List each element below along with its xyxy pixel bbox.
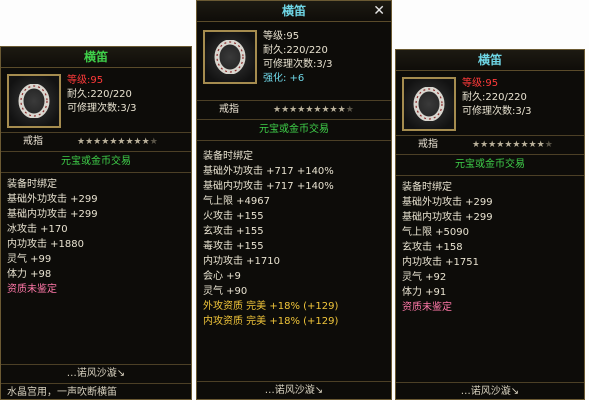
attribute-line: 气上限 +5090 xyxy=(402,227,470,238)
item-tooltip-right: 横笛 等级:95 耐久:220/220 可修理次数:3/3 戒指 ★★★★★★★… xyxy=(395,49,585,400)
attribute-line: 内功攻击 +1751 xyxy=(402,257,480,268)
attribute-line: 资质未鉴定 xyxy=(7,284,57,295)
item-info-row: 等级:95 耐久:220/220 可修理次数:3/3 xyxy=(1,68,191,132)
close-icon[interactable]: ✕ xyxy=(373,1,385,21)
attribute-line: 内功攻击 +1710 xyxy=(203,256,281,267)
star-icon: ★ xyxy=(472,140,481,150)
attribute-line: 体力 +98 xyxy=(7,269,52,280)
ring-icon xyxy=(18,84,50,118)
star-icon: ★ xyxy=(480,140,489,150)
ring-item-icon xyxy=(402,77,456,131)
ring-item-icon xyxy=(203,30,257,84)
item-footer-text: …诺风沙漩↘ xyxy=(396,382,584,399)
star-icon: ★ xyxy=(125,137,134,147)
item-footer-text: …诺风沙漩↘ xyxy=(197,381,391,399)
level-line: 等级:95 xyxy=(67,75,104,86)
item-type-label: 戒指 xyxy=(418,139,438,150)
item-info-row: 等级:95 耐久:220/220 可修理次数:3/3 强化: +6 xyxy=(197,22,391,100)
attribute-list: 装备时绑定基础外功攻击 +717 +140% 基础内功攻击 +717 +140% 气… xyxy=(197,141,391,329)
star-rating: ★★★★★★★★★★ xyxy=(472,136,553,154)
attribute-line: 灵气 +90 xyxy=(203,286,248,297)
item-info-row: 等级:95 耐久:220/220 可修理次数:3/3 xyxy=(396,71,584,135)
item-footer-text: …诺风沙漩↘ xyxy=(1,364,191,383)
item-title: 横笛 xyxy=(1,47,191,68)
star-icon: ★ xyxy=(273,105,282,115)
star-icon: ★ xyxy=(329,105,338,115)
attribute-line: 基础外功攻击 +717 +140% xyxy=(203,166,334,177)
trade-type-text: 元宝或金币交易 xyxy=(396,155,584,176)
attribute-line: 资质未鉴定 xyxy=(402,302,452,313)
star-icon: ★ xyxy=(281,105,290,115)
attribute-line: 灵气 +99 xyxy=(7,254,52,265)
star-icon: ★ xyxy=(345,105,354,115)
attribute-line: 灵气 +92 xyxy=(402,272,447,283)
star-icon: ★ xyxy=(520,140,529,150)
attribute-line: 装备时绑定 xyxy=(203,151,253,162)
item-type-label: 戒指 xyxy=(219,104,239,115)
star-icon: ★ xyxy=(321,105,330,115)
attribute-line: 基础外功攻击 +299 xyxy=(402,197,493,208)
item-tooltip-middle: 横笛 ✕ 等级:95 耐久:220/220 可修理次数:3/3 强化: +6 戒… xyxy=(196,0,392,400)
ring-item-icon xyxy=(7,74,61,128)
attribute-line: 火攻击 +155 xyxy=(203,211,264,222)
ring-icon xyxy=(413,87,445,121)
star-icon: ★ xyxy=(141,137,150,147)
attribute-line: 毒攻击 +155 xyxy=(203,241,264,252)
level-line: 等级:95 xyxy=(462,78,499,89)
repair-count-text: 可修理次数:3/3 xyxy=(462,106,532,117)
attribute-line: 基础内功攻击 +717 +140% xyxy=(203,181,334,192)
star-icon: ★ xyxy=(77,137,86,147)
durability-text: 耐久:220/220 xyxy=(263,45,328,56)
durability-text: 耐久:220/220 xyxy=(462,92,527,103)
star-icon: ★ xyxy=(536,140,545,150)
item-extra-text: 水晶宫用，一声吹断横笛 xyxy=(1,383,191,399)
star-icon: ★ xyxy=(149,137,158,147)
ring-icon xyxy=(214,40,246,74)
star-rating: ★★★★★★★★★★ xyxy=(273,101,354,119)
trade-type-text: 元宝或金币交易 xyxy=(1,152,191,173)
star-icon: ★ xyxy=(337,105,346,115)
item-rank-row: 戒指 ★★★★★★★★★★ xyxy=(197,100,391,120)
attribute-line: 玄攻击 +158 xyxy=(402,242,463,253)
attribute-line: 内攻资质 完美 +18% (+129) xyxy=(203,316,339,327)
attribute-line: 气上限 +4967 xyxy=(203,196,271,207)
item-type-label: 戒指 xyxy=(23,136,43,147)
attribute-line: 外攻资质 完美 +18% (+129) xyxy=(203,301,339,312)
attribute-line: 装备时绑定 xyxy=(7,179,57,190)
repair-count-text: 可修理次数:3/3 xyxy=(263,59,333,70)
star-rating: ★★★★★★★★★★ xyxy=(77,133,158,151)
attribute-line: 内功攻击 +1880 xyxy=(7,239,85,250)
attribute-line: 基础内功攻击 +299 xyxy=(7,209,98,220)
item-tooltip-left: 横笛 等级:95 耐久:220/220 可修理次数:3/3 戒指 ★★★★★★★… xyxy=(0,46,192,400)
item-title: 横笛 xyxy=(396,50,584,71)
star-icon: ★ xyxy=(85,137,94,147)
level-line: 等级:95 xyxy=(263,31,300,42)
attribute-line: 基础外功攻击 +299 xyxy=(7,194,98,205)
attribute-line: 会心 +9 xyxy=(203,271,241,282)
attribute-list: 装备时绑定基础外功攻击 +299 基础内功攻击 +299 冰攻击 +170 内功攻击 … xyxy=(1,173,191,297)
attribute-line: 体力 +91 xyxy=(402,287,447,298)
star-icon: ★ xyxy=(133,137,142,147)
item-title: 横笛 ✕ xyxy=(197,1,391,22)
attribute-line: 装备时绑定 xyxy=(402,182,452,193)
repair-count-text: 可修理次数:3/3 xyxy=(67,103,137,114)
item-rank-row: 戒指 ★★★★★★★★★★ xyxy=(1,132,191,152)
attribute-list: 装备时绑定基础外功攻击 +299 基础内功攻击 +299 气上限 +5090 玄攻击 … xyxy=(396,176,584,315)
star-icon: ★ xyxy=(544,140,553,150)
attribute-line: 冰攻击 +170 xyxy=(7,224,68,235)
item-rank-row: 戒指 ★★★★★★★★★★ xyxy=(396,135,584,155)
attribute-line: 玄攻击 +155 xyxy=(203,226,264,237)
trade-type-text: 元宝或金币交易 xyxy=(197,120,391,141)
strengthen-text: 强化: +6 xyxy=(263,73,305,84)
attribute-line: 基础内功攻击 +299 xyxy=(402,212,493,223)
durability-text: 耐久:220/220 xyxy=(67,89,132,100)
star-icon: ★ xyxy=(528,140,537,150)
